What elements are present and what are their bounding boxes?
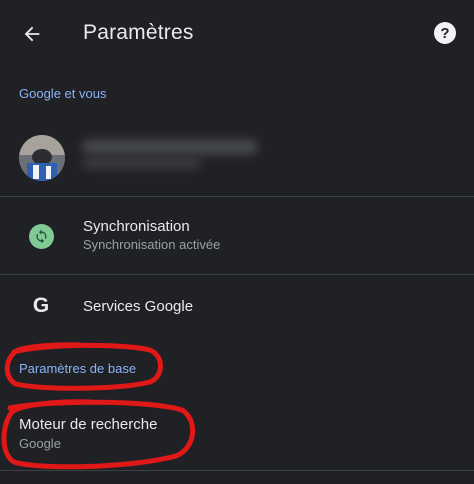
sync-icon [29,224,54,249]
section-header-basics: Paramètres de base [19,361,137,376]
google-services-row[interactable] [0,275,474,337]
divider [0,470,474,471]
search-engine-title: Moteur de recherche [19,416,158,433]
sync-title: Synchronisation [83,218,190,235]
arrow-back-icon[interactable] [18,20,46,48]
app-bar: Paramètres ? [0,0,474,68]
page-title: Paramètres [83,21,194,44]
search-engine-row[interactable] [0,398,474,468]
google-services-title: Services Google [83,298,194,315]
sync-row[interactable] [0,197,474,274]
account-name-redacted [82,138,262,172]
section-header-google-and-you: Google et vous [19,86,107,101]
search-engine-subtitle: Google [19,436,61,451]
google-g-icon: G [32,294,50,317]
avatar[interactable] [19,135,65,181]
sync-subtitle: Synchronisation activée [83,237,221,252]
help-icon[interactable]: ? [434,22,456,44]
